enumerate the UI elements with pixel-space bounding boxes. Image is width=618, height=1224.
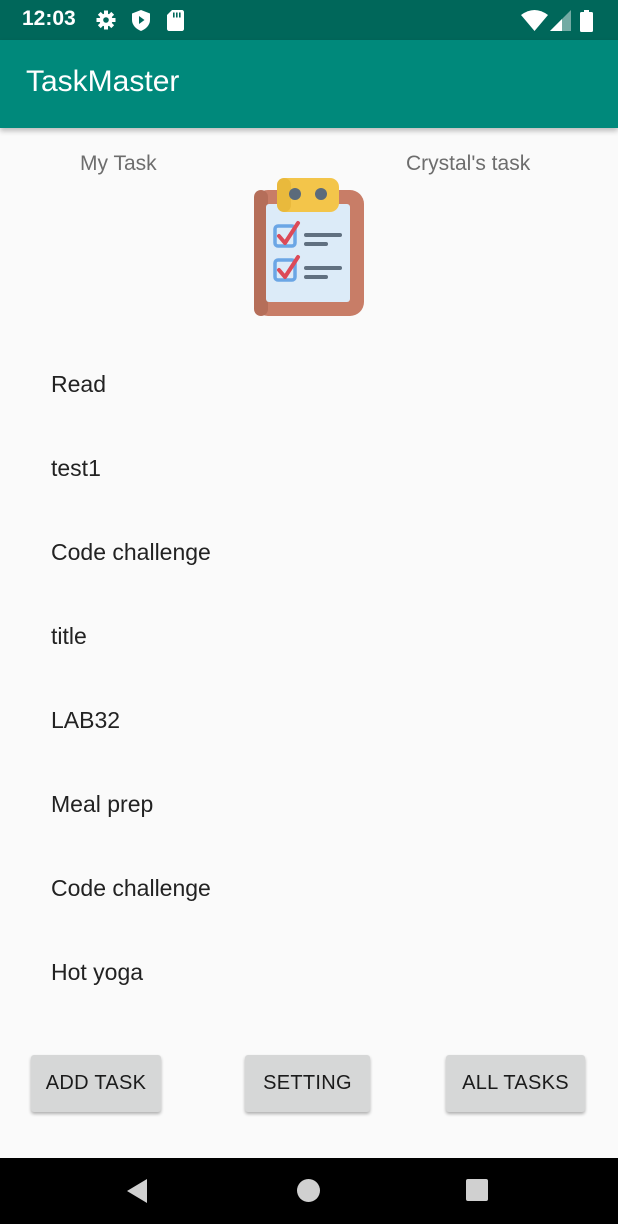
task-item[interactable]: test1 — [0, 426, 618, 510]
task-list: Read test1 Code challenge title LAB32 Me… — [0, 342, 618, 1014]
setting-button[interactable]: SETTING — [245, 1055, 370, 1112]
task-item[interactable]: Code challenge — [0, 846, 618, 930]
add-task-button[interactable]: ADD TASK — [31, 1055, 161, 1112]
my-task-label: My Task — [80, 152, 157, 175]
task-item[interactable]: LAB32 — [0, 678, 618, 762]
navigation-bar — [0, 1158, 618, 1224]
app-title: TaskMaster — [26, 65, 180, 98]
app-bar: TaskMaster — [0, 40, 618, 128]
task-item[interactable]: title — [0, 594, 618, 678]
status-time: 12:03 — [22, 7, 76, 30]
task-item[interactable]: Meal prep — [0, 762, 618, 846]
crystals-task-label: Crystal's task — [406, 152, 531, 175]
task-item[interactable]: Hot yoga — [0, 930, 618, 1014]
task-item[interactable]: Read — [0, 342, 618, 426]
all-tasks-button[interactable]: ALL TASKS — [446, 1055, 585, 1112]
task-item[interactable]: Code challenge — [0, 510, 618, 594]
clipboard-checklist-icon — [254, 178, 364, 316]
battery-icon — [580, 10, 593, 32]
status-bar: 12:03 — [0, 0, 618, 40]
sd-card-icon — [167, 10, 184, 31]
shield-icon — [132, 10, 150, 31]
back-icon[interactable] — [125, 1178, 149, 1204]
wifi-icon — [521, 10, 548, 31]
gear-icon — [96, 10, 116, 30]
recents-icon[interactable] — [465, 1178, 489, 1202]
cell-signal-icon — [550, 10, 571, 31]
home-icon[interactable] — [296, 1178, 321, 1203]
